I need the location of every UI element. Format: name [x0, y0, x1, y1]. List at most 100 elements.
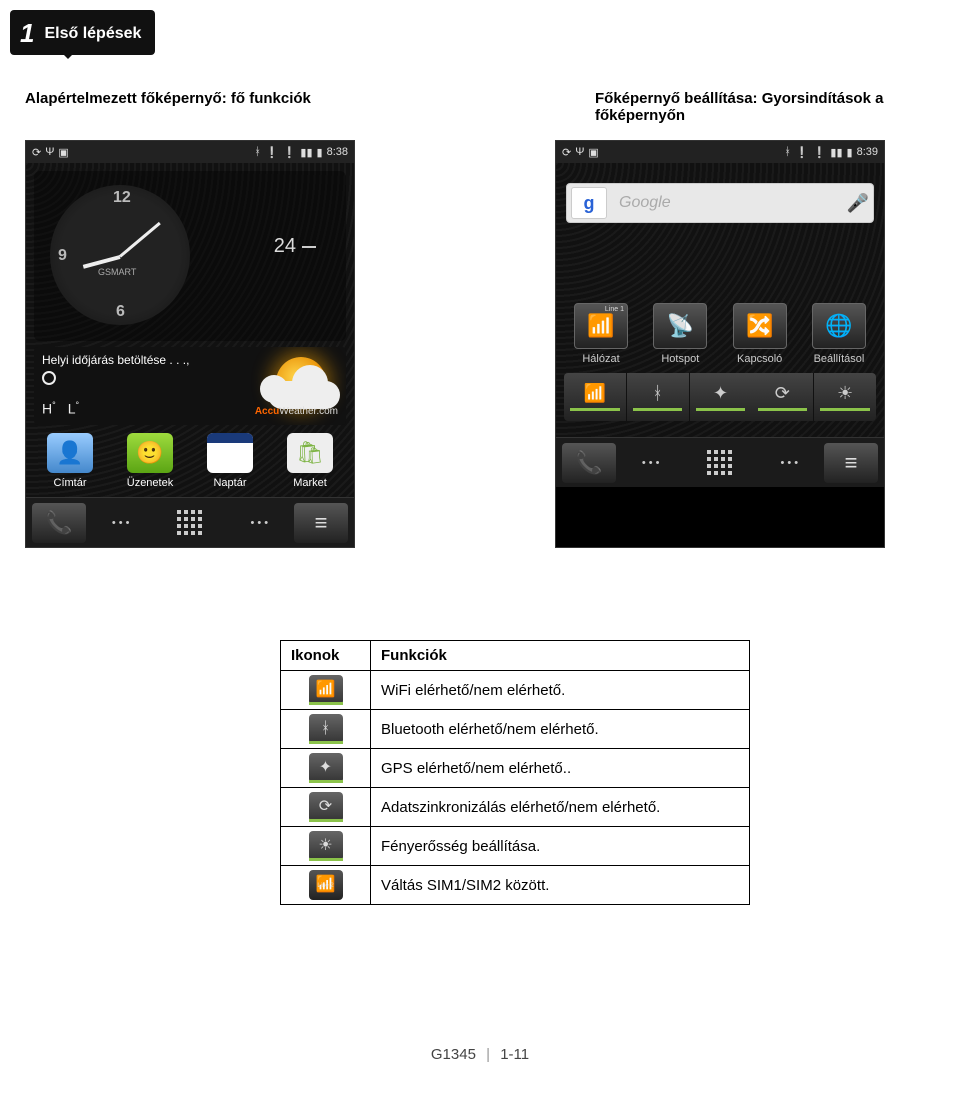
- phone-screenshot-left: ⟳ Ψ ▣ ᚼ ❕ ❕ ▮▮ ▮ 8:38 12 9 6 GSMART: [25, 140, 355, 548]
- accuweather-bold: Accu: [255, 406, 279, 417]
- alert-icon: ❕: [265, 146, 279, 159]
- usb-icon: Ψ: [575, 146, 584, 158]
- toggle-gps[interactable]: ✦: [690, 373, 752, 421]
- app-naptar[interactable]: Naptár: [194, 433, 266, 489]
- app-uzenetek[interactable]: 🙂 Üzenetek: [114, 433, 186, 489]
- accuweather-rest: Weather.com: [279, 406, 338, 417]
- chapter-badge: 1 Első lépések: [10, 10, 155, 55]
- app-market[interactable]: 🛍 Market: [274, 433, 346, 489]
- footer-separator: |: [486, 1046, 490, 1063]
- footer-page: 1-11: [500, 1046, 529, 1063]
- clock-date-number: 24: [274, 235, 296, 258]
- table-row: ☀ Fényerősség beállítása.: [281, 827, 750, 866]
- captions-row: Alapértelmezett főképernyő: fő funkciók …: [25, 90, 935, 124]
- dock-right: 📞 • • • • • • ≡: [556, 437, 884, 487]
- date-dash-icon: [302, 246, 316, 248]
- weather-hi: H°: [42, 400, 56, 417]
- row-desc: WiFi elérhető/nem elérhető.: [371, 671, 750, 710]
- table-row: 📶 Váltás SIM1/SIM2 között.: [281, 866, 750, 905]
- signal-icon: ▮▮: [300, 146, 312, 159]
- row-desc: Adatszinkronizálás elérhető/nem elérhető…: [371, 788, 750, 827]
- shortcut-label: Hotspot: [643, 353, 717, 365]
- toggle-brightness[interactable]: ☀: [814, 373, 876, 421]
- clock-time: 8:39: [857, 146, 878, 158]
- battery-icon: ▮: [847, 146, 853, 159]
- alert-icon-2: ❕: [813, 146, 827, 159]
- clock-date: 24: [274, 235, 316, 258]
- alert-icon-2: ❕: [283, 146, 297, 159]
- phone-screenshot-right: ⟳ Ψ ▣ ᚼ ❕ ❕ ▮▮ ▮ 8:39 g Google 🎤 📶Line: [555, 140, 885, 548]
- header-icons: Ikonok: [281, 641, 371, 671]
- status-right-icons: ᚼ ❕ ❕ ▮▮ ▮ 8:38: [254, 146, 348, 159]
- dock-page-right[interactable]: • • •: [755, 445, 824, 481]
- gps-icon: ✦: [309, 753, 343, 783]
- clock-6: 6: [116, 303, 125, 321]
- status-right-icons: ᚼ ❕ ❕ ▮▮ ▮ 8:39: [784, 146, 878, 159]
- caption-right-line2: főképernyőn: [595, 107, 685, 124]
- contacts-icon: 👤: [47, 433, 93, 473]
- caption-left-text: Alapértelmezett főképernyő: fő funkciók: [25, 90, 311, 107]
- table-header-row: Ikonok Funkciók: [281, 641, 750, 671]
- app-label: Üzenetek: [114, 477, 186, 489]
- icons-functions-table: Ikonok Funkciók 📶 WiFi elérhető/nem elér…: [280, 640, 750, 905]
- table-row: ᚼ Bluetooth elérhető/nem elérhető.: [281, 710, 750, 749]
- statusbar-right: ⟳ Ψ ▣ ᚼ ❕ ❕ ▮▮ ▮ 8:39: [556, 141, 884, 163]
- shortcut-row: 📶Line 1 Hálózat 📡 Hotspot 🔀 Kapcsoló 🌐 B…: [564, 303, 876, 365]
- caption-left: Alapértelmezett főképernyő: fő funkciók: [25, 90, 365, 124]
- switch-icon: 🔀: [733, 303, 787, 349]
- sync-icon: ⟳: [32, 146, 41, 159]
- dock-apps-button[interactable]: [155, 505, 224, 541]
- weather-widget: Helyi időjárás betöltése . . ., H° L° Ac…: [34, 347, 346, 425]
- table-row: ⟳ Adatszinkronizálás elérhető/nem elérhe…: [281, 788, 750, 827]
- dock-phone-button[interactable]: 📞: [32, 503, 86, 543]
- dock-page-left[interactable]: • • •: [616, 445, 685, 481]
- clock-widget: 12 9 6 GSMART 24: [34, 171, 346, 341]
- row-desc: Fényerősség beállítása.: [371, 827, 750, 866]
- shortcut-hotspot[interactable]: 📡 Hotspot: [643, 303, 717, 365]
- cloud-icon: [268, 381, 340, 409]
- weather-hilo: H° L°: [42, 400, 79, 417]
- market-icon: 🛍: [287, 433, 333, 473]
- google-search-widget[interactable]: g Google 🎤: [566, 183, 874, 223]
- mic-icon[interactable]: 🎤: [843, 193, 873, 214]
- dock-page-right[interactable]: • • •: [225, 505, 294, 541]
- wifi-icon: 📶: [309, 675, 343, 705]
- bt-icon: ᚼ: [784, 146, 791, 158]
- shortcut-kapcsolo[interactable]: 🔀 Kapcsoló: [723, 303, 797, 365]
- android-icon: ▣: [588, 146, 598, 159]
- hotspot-icon: 📡: [653, 303, 707, 349]
- caption-right: Főképernyő beállítása: Gyorsindítások a …: [595, 90, 935, 124]
- dock-page-left[interactable]: • • •: [86, 505, 155, 541]
- alert-icon: ❕: [795, 146, 809, 159]
- caption-right-line1: Főképernyő beállítása: Gyorsindítások a: [595, 90, 883, 107]
- dock-list-button[interactable]: ≡: [824, 443, 878, 483]
- network-icon: 📶Line 1: [574, 303, 628, 349]
- messages-icon: 🙂: [127, 433, 173, 473]
- app-label: Címtár: [34, 477, 106, 489]
- app-cimtar[interactable]: 👤 Címtár: [34, 433, 106, 489]
- table-row: 📶 WiFi elérhető/nem elérhető.: [281, 671, 750, 710]
- search-placeholder: Google: [611, 194, 843, 212]
- dock-list-button[interactable]: ≡: [294, 503, 348, 543]
- shortcut-beallitasok[interactable]: 🌐 Beállításol: [802, 303, 876, 365]
- analog-clock-face: 12 9 6 GSMART: [50, 185, 190, 325]
- shortcut-label: Beállításol: [802, 353, 876, 365]
- dock-phone-button[interactable]: 📞: [562, 443, 616, 483]
- clock-12: 12: [113, 189, 131, 207]
- header-functions: Funkciók: [371, 641, 750, 671]
- signal-icon: ▮▮: [830, 146, 842, 159]
- toggle-sync[interactable]: ⟳: [751, 373, 814, 421]
- settings-icon: 🌐: [812, 303, 866, 349]
- app-row: 👤 Címtár 🙂 Üzenetek Naptár 🛍 Market: [34, 433, 346, 489]
- status-left-icons: ⟳ Ψ ▣: [32, 146, 69, 159]
- weather-circle-icon: [42, 371, 56, 385]
- toggle-bluetooth[interactable]: ᚼ: [627, 373, 690, 421]
- status-left-icons: ⟳ Ψ ▣: [562, 146, 599, 159]
- toggle-wifi[interactable]: 📶: [564, 373, 627, 421]
- shortcut-halozat[interactable]: 📶Line 1 Hálózat: [564, 303, 638, 365]
- bluetooth-icon: ᚼ: [309, 714, 343, 744]
- sync-icon: ⟳: [309, 792, 343, 822]
- google-logo-icon: g: [571, 187, 607, 219]
- dock-apps-button[interactable]: [685, 445, 754, 481]
- screenshots-row: ⟳ Ψ ▣ ᚼ ❕ ❕ ▮▮ ▮ 8:38 12 9 6 GSMART: [25, 140, 935, 548]
